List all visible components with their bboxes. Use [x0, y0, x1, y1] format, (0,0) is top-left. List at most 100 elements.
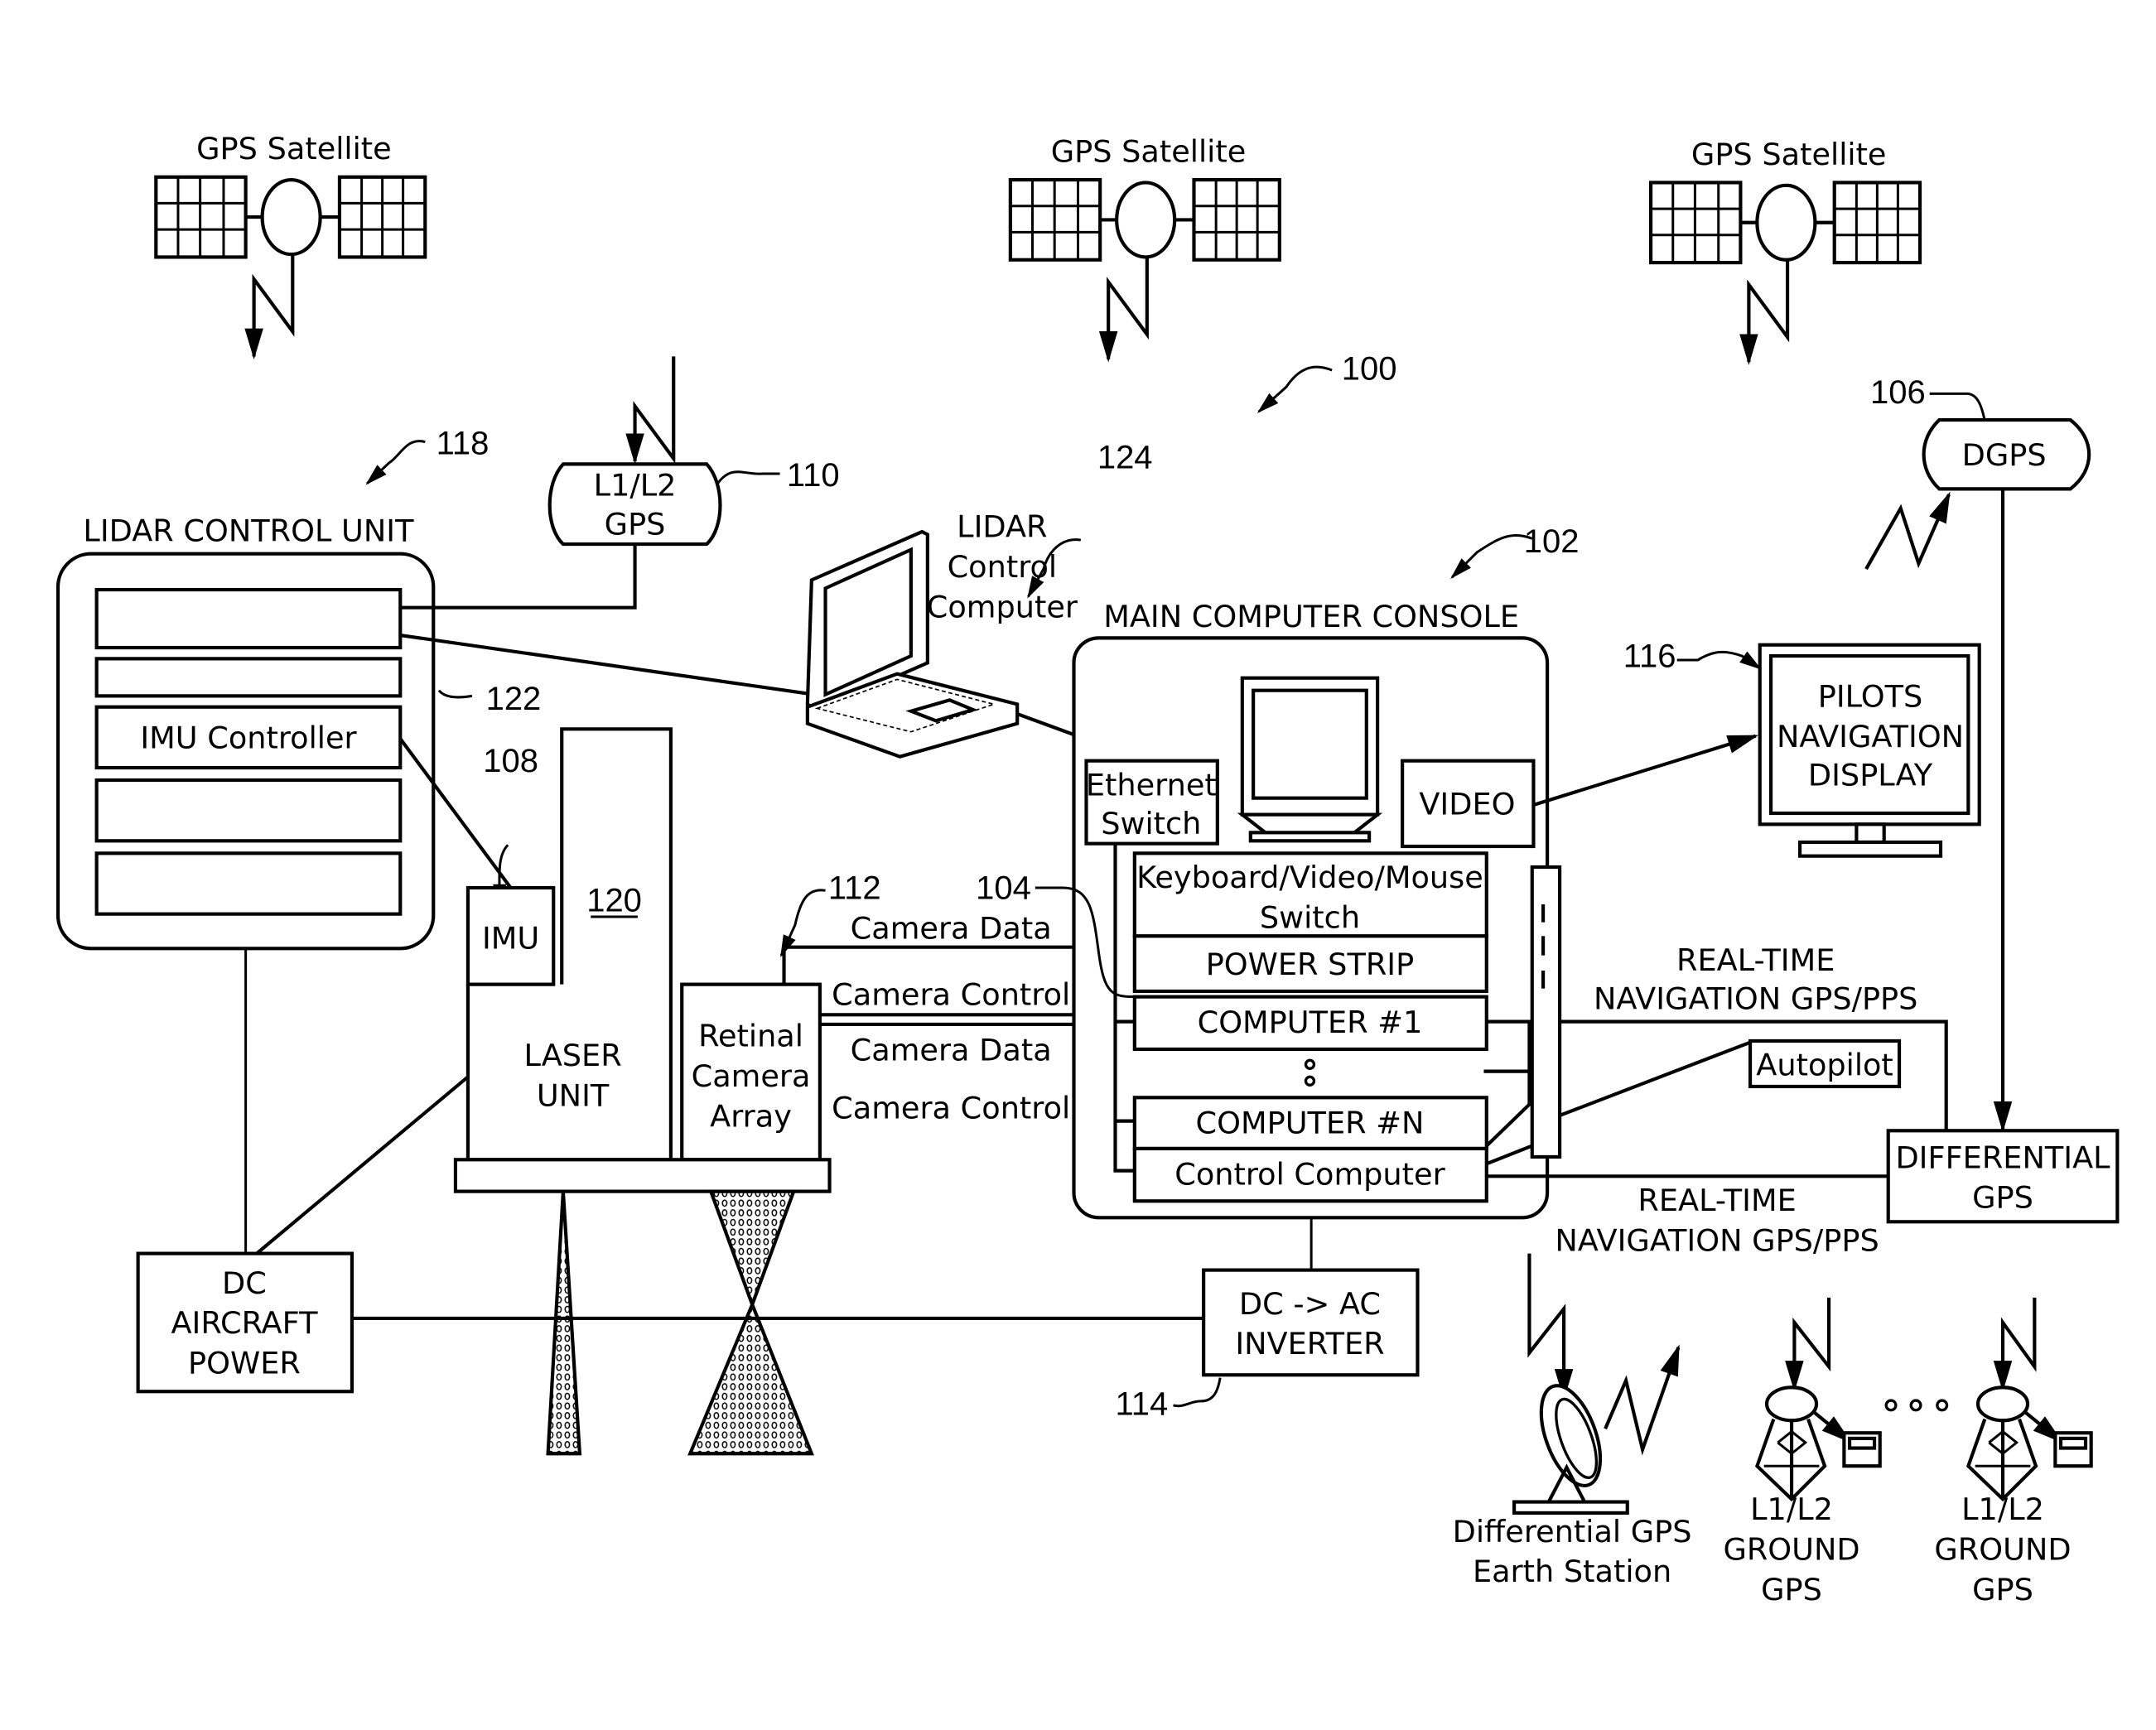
satellite-label: GPS Satellite — [1691, 137, 1887, 172]
ground-gps-station-1: L1/L2 GROUND GPS — [1723, 1297, 1882, 1607]
satellite-label: GPS Satellite — [1051, 133, 1247, 169]
signal-icon — [1604, 1344, 1681, 1456]
ref-label: 118 — [437, 426, 490, 462]
satellite-label: GPS Satellite — [196, 131, 392, 166]
rack-slot — [94, 587, 403, 650]
data-bus — [1530, 865, 1562, 1159]
connector — [399, 633, 815, 696]
camera-link-label: Camera Data — [851, 911, 1052, 947]
imu-controller-label: IMU Controller — [140, 720, 357, 756]
sensor-assembly: 108 IMU 120 LASER UNIT Retinal Camera Ar… — [398, 727, 881, 1456]
ref-label: 110 — [787, 457, 840, 494]
dc-power-label: POWER — [188, 1346, 301, 1381]
differential-gps-earth-station: Differential GPS Earth Station — [1453, 1253, 1692, 1589]
ref-label: 108 — [483, 743, 538, 779]
realtime-nav-label: NAVIGATION GPS/PPS — [1555, 1222, 1879, 1258]
video-label: VIDEO — [1419, 787, 1515, 822]
ground-gps-label: L1/L2 — [1961, 1491, 2044, 1527]
control-computer-label: Control Computer — [1174, 1156, 1445, 1192]
laser-unit-label: LASER — [523, 1038, 621, 1073]
camera-field-of-view — [687, 1299, 814, 1456]
connector — [1532, 734, 1759, 807]
pilots-navigation-display: 116 PILOTS NAVIGATION DISPLAY — [1623, 638, 1981, 858]
inverter-label: DC -> AC — [1239, 1286, 1381, 1322]
lidar-control-unit: LIDAR CONTROL UNIT 118 IMU Controller 12… — [55, 426, 542, 951]
l1l2-gps-antenna: L1/L2 GPS 110 — [400, 356, 840, 610]
ref-label: 104 — [976, 870, 1031, 906]
inverter-label: INVERTER — [1235, 1326, 1384, 1361]
ground-gps-label: L1/L2 — [1750, 1491, 1833, 1527]
laptop-label: LIDAR — [957, 509, 1047, 545]
ground-stations-ellipsis — [1884, 1399, 1949, 1412]
camera-link-label: Camera Control — [832, 977, 1070, 1013]
display-label: DISPLAY — [1808, 758, 1933, 793]
rack-slot — [94, 778, 403, 843]
ref-label: 112 — [828, 870, 881, 906]
gps-label: L1/L2 — [594, 468, 677, 504]
ground-gps-station-2: L1/L2 GROUND GPS — [1934, 1297, 2093, 1607]
dc-power-label: AIRCRAFT — [171, 1305, 318, 1341]
display-label: PILOTS — [1818, 679, 1923, 715]
gps-label: GPS — [605, 506, 666, 542]
ref-label: 124 — [1097, 439, 1153, 475]
camera-links: Camera Data Camera Control Camera Data C… — [782, 911, 1074, 1125]
camera-link-label: Camera Data — [851, 1032, 1052, 1067]
tower-icon — [1975, 1385, 2030, 1423]
camera-field-of-view — [708, 1189, 797, 1310]
ground-gps-label: GPS — [1761, 1572, 1822, 1607]
laser-unit-label: UNIT — [537, 1077, 610, 1113]
lidar-control-unit-title: LIDAR CONTROL UNIT — [83, 513, 414, 549]
earth-station-label: Earth Station — [1473, 1554, 1671, 1589]
ref-label: 114 — [1115, 1386, 1168, 1423]
gps-satellite-1: GPS Satellite — [156, 131, 425, 356]
satellite-icon — [1010, 180, 1280, 359]
laser-beam — [546, 1191, 582, 1456]
connector — [1559, 1040, 1751, 1117]
gps-satellite-2: GPS Satellite — [1010, 133, 1280, 359]
main-console-title: MAIN COMPUTER CONSOLE — [1103, 599, 1519, 634]
realtime-nav-label: REAL-TIME — [1676, 942, 1835, 978]
ref-100: 100 — [1256, 351, 1397, 413]
ethernet-switch-label: Ethernet — [1086, 767, 1217, 802]
camera-array-label: Retinal — [698, 1019, 803, 1054]
computer-1-label: COMPUTER #1 — [1198, 1005, 1423, 1040]
realtime-nav-label: REAL-TIME — [1637, 1183, 1796, 1218]
differential-gps-label: GPS — [1972, 1180, 2033, 1216]
power-strip-label: POWER STRIP — [1206, 947, 1415, 982]
monitor-icon — [1237, 676, 1383, 843]
display-label: NAVIGATION — [1777, 719, 1964, 754]
camera-array-label: Camera — [692, 1058, 811, 1094]
ethernet-switch-label: Switch — [1101, 806, 1201, 841]
ground-gps-label: GROUND — [1934, 1532, 2071, 1568]
ref-label: 106 — [1870, 374, 1926, 411]
ref-label: 116 — [1623, 638, 1676, 674]
rack-slot — [94, 851, 403, 916]
ref-label: 100 — [1342, 351, 1397, 388]
lidar-system-diagram: GPS Satellite GPS Satellite GPS Satellit… — [55, 131, 2120, 1607]
autopilot-label: Autopilot — [1756, 1048, 1893, 1083]
kvm-switch-label: Switch — [1260, 899, 1360, 935]
realtime-nav-label: NAVIGATION GPS/PPS — [1594, 981, 1917, 1017]
ground-gps-label: GROUND — [1723, 1532, 1859, 1568]
ref-label: 120 — [586, 882, 642, 918]
kvm-switch-label: Keyboard/Video/Mouse — [1136, 860, 1483, 895]
laptop-label: Computer — [927, 589, 1078, 624]
satellite-icon — [156, 177, 425, 357]
ref-label: 102 — [1524, 523, 1580, 560]
tower-icon — [1764, 1385, 1819, 1423]
camera-link-label: Camera Control — [832, 1090, 1070, 1125]
earth-station-label: Differential GPS — [1453, 1514, 1692, 1549]
mounting-plate — [453, 1158, 832, 1193]
satellite-icon — [1651, 182, 1920, 362]
signal-icon — [1864, 491, 1951, 571]
ref-label: 122 — [486, 681, 542, 717]
laptop-label: Control — [948, 549, 1058, 585]
dc-power-label: DC — [222, 1265, 267, 1301]
dgps-label: DGPS — [1962, 437, 2047, 473]
camera-array-label: Array — [710, 1098, 792, 1134]
imu-label: IMU — [482, 920, 539, 956]
ground-gps-label: GPS — [1972, 1572, 2033, 1607]
gps-satellite-3: GPS Satellite — [1651, 137, 1920, 362]
rack-slot — [94, 657, 403, 698]
computer-n-label: COMPUTER #N — [1196, 1106, 1425, 1141]
